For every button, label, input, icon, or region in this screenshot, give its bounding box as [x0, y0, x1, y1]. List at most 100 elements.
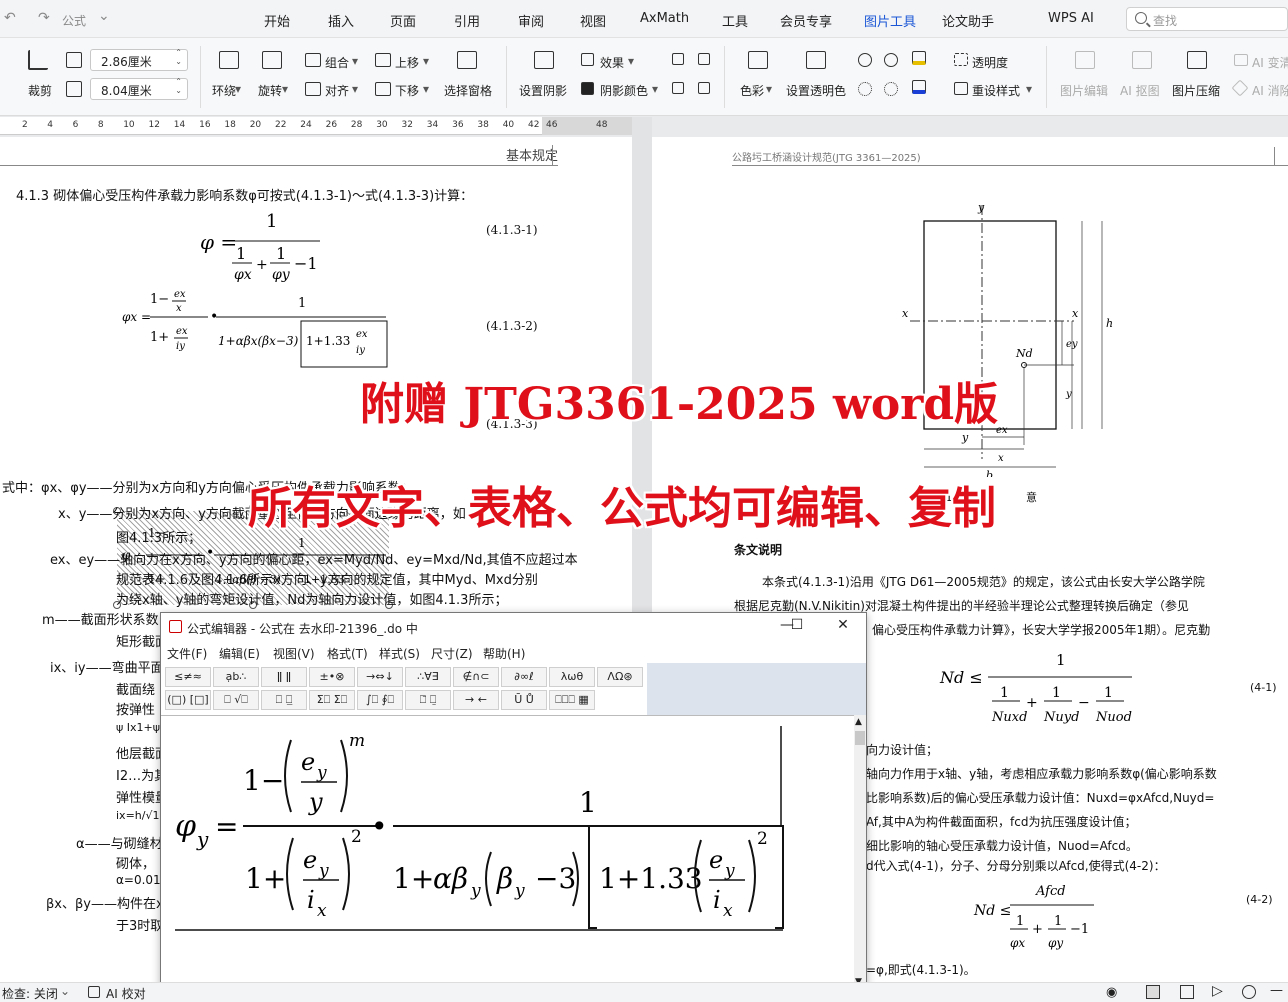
shadow-left-icon[interactable]: [698, 82, 710, 94]
undo-icon[interactable]: ↶: [4, 10, 16, 26]
editor-scrollbar[interactable]: ▲ ▼: [854, 715, 866, 1002]
equation-4-1[interactable]: Nd ≤ 1 1 Nuxd + 1 Nuyd − 1 Nuod: [936, 643, 1156, 733]
template-button[interactable]: → ←: [453, 690, 499, 710]
brightness-up-icon[interactable]: [858, 53, 872, 67]
ai-cutout-button[interactable]: AI 抠图: [1120, 82, 1160, 99]
tab-4[interactable]: 审阅: [518, 11, 544, 30]
outline-view-icon[interactable]: [1180, 985, 1194, 999]
palette-button[interactable]: ∉∩⊂: [453, 667, 499, 687]
editor-menu-item[interactable]: 尺寸(Z): [431, 645, 473, 662]
style-box[interactable]: 公式: [62, 12, 86, 29]
align-button[interactable]: 对齐: [325, 82, 349, 99]
wrap-button[interactable]: 环绕: [212, 82, 236, 99]
palette-button[interactable]: ≤≠≈: [165, 667, 211, 687]
template-button[interactable]: ⎕⎕⎕ ▦: [549, 690, 595, 710]
selection-pane-button[interactable]: 选择窗格: [444, 82, 492, 99]
tab-10[interactable]: 论文助手: [942, 11, 994, 30]
shadow-up-icon[interactable]: [672, 53, 684, 65]
ai-enhance-button[interactable]: AI 变清: [1252, 54, 1288, 71]
equation-4-1-3-1[interactable]: φ = 1 1 φx + 1 φy −1: [190, 207, 330, 287]
palette-button[interactable]: λωθ: [549, 667, 595, 687]
editor-title-bar[interactable]: 公式编辑器 - 公式在 去水印-21396_.do 中 — ☐ ✕: [161, 613, 866, 641]
shadow-down-icon[interactable]: [672, 82, 684, 94]
eye-icon[interactable]: ◉: [1106, 985, 1117, 1000]
height-input[interactable]: 8.04厘米: [90, 77, 188, 100]
editor-menu-item[interactable]: 编辑(E): [219, 645, 260, 662]
tab-3[interactable]: 引用: [454, 11, 480, 30]
equation-4-1-3-2[interactable]: φx = 1− ex x 1+ ex iy • 1 1+αβx(βx−3) 1+…: [118, 279, 398, 371]
group-button[interactable]: 组合: [325, 54, 349, 71]
tab-6[interactable]: AxMath: [640, 11, 689, 26]
palette-button[interactable]: ∴∀∃: [405, 667, 451, 687]
equation-canvas[interactable]: φ y = 1− e y y m 1+ e y i x 2 • 1 1+ αβ …: [161, 715, 854, 1002]
palette-button[interactable]: ǁ̈ ǁ: [261, 667, 307, 687]
palette-button[interactable]: →⇔↓: [357, 667, 403, 687]
tab-11[interactable]: WPS AI: [1048, 11, 1094, 26]
set-transparent-color-button[interactable]: 设置透明色: [786, 82, 846, 99]
picture-compress-button[interactable]: 图片压缩: [1172, 82, 1220, 99]
outline-color-icon[interactable]: [912, 80, 926, 94]
close-button[interactable]: ✕: [833, 617, 853, 635]
page-view-icon[interactable]: [1146, 985, 1160, 999]
palette-button[interactable]: ±•⊗: [309, 667, 355, 687]
send-backward-button[interactable]: 下移: [395, 82, 419, 99]
figure-4-1-3[interactable]: y x x h Nd ey y y ex x b: [902, 197, 1122, 477]
reset-style-button[interactable]: 重设样式: [972, 82, 1020, 99]
play-icon[interactable]: ▷: [1212, 983, 1223, 999]
tab-8[interactable]: 会员专享: [780, 11, 832, 30]
contrast-up-icon[interactable]: [884, 53, 898, 67]
template-button[interactable]: (□) [□]: [165, 690, 211, 710]
chevron-down-icon[interactable]: ⌄: [60, 984, 70, 998]
template-button[interactable]: ∫⎕ ∮⎕: [357, 690, 403, 710]
color-button[interactable]: 色彩: [740, 82, 764, 99]
tab-9[interactable]: 图片工具: [864, 11, 917, 40]
web-view-icon[interactable]: [1242, 985, 1256, 999]
palette-button[interactable]: ạb∴: [213, 667, 259, 687]
tab-7[interactable]: 工具: [722, 11, 748, 30]
tab-1[interactable]: 插入: [328, 11, 354, 30]
horizontal-ruler[interactable]: 2 4 6 8 10 12 14 16 18 20 22 24 26 28 30 32 34 36 38 40 42 46…: [0, 117, 632, 135]
editor-menu-item[interactable]: 文件(F): [167, 645, 207, 662]
rotate-button[interactable]: 旋转: [258, 82, 282, 99]
fill-color-icon[interactable]: [912, 51, 926, 65]
picture-edit-button[interactable]: 图片编辑: [1060, 82, 1108, 99]
set-shadow-button[interactable]: 设置阴影: [519, 82, 567, 99]
template-button[interactable]: ⎕ ⎕̲: [261, 690, 307, 710]
width-input[interactable]: 2.86厘米: [90, 48, 188, 71]
tab-5[interactable]: 视图: [580, 11, 606, 30]
maximize-button[interactable]: ☐: [787, 617, 807, 635]
bring-forward-button[interactable]: 上移: [395, 54, 419, 71]
scroll-thumb[interactable]: [855, 731, 865, 745]
contrast-down-icon[interactable]: [884, 82, 898, 96]
ai-erase-button[interactable]: AI 消除: [1252, 82, 1288, 99]
shadow-right-icon[interactable]: [698, 53, 710, 65]
equation-4-2[interactable]: Nd ≤ Afcd 1 φx + 1 φy −1: [970, 875, 1110, 961]
zoom-out-icon[interactable]: —: [1270, 983, 1283, 998]
editor-menu-item[interactable]: 格式(T): [327, 645, 368, 662]
effects-button[interactable]: 效果: [600, 54, 624, 71]
svg-text:e: e: [303, 846, 317, 874]
crop-button[interactable]: 裁剪: [28, 82, 52, 99]
proofing-status[interactable]: 检查: 关闭: [2, 985, 58, 1002]
editor-menu-item[interactable]: 样式(S): [379, 645, 420, 662]
svg-text:1+: 1+: [393, 862, 434, 895]
template-button[interactable]: ⎕ √⎕: [213, 690, 259, 710]
tab-2[interactable]: 页面: [390, 11, 416, 30]
chevron-down-icon[interactable]: ⌄: [98, 8, 110, 24]
tab-0[interactable]: 开始: [264, 11, 290, 30]
shadow-color-button[interactable]: 阴影颜色: [600, 82, 648, 99]
editor-menu-item[interactable]: 帮助(H): [483, 645, 525, 662]
palette-button[interactable]: ∂∞ℓ: [501, 667, 547, 687]
svg-text:i: i: [307, 886, 315, 914]
palette-button[interactable]: ΛΩ⊛: [597, 667, 643, 687]
template-button[interactable]: ⎕̄ ⎕̱: [405, 690, 451, 710]
editing-equation[interactable]: φ y = 1− e y y m 1+ e y i x 2 • 1 1+ αβ …: [161, 716, 854, 1002]
template-button[interactable]: Ū Ů: [501, 690, 547, 710]
redo-icon[interactable]: ↷: [38, 10, 50, 26]
template-button[interactable]: Σ⎕ Σ⎕: [309, 690, 355, 710]
transparency-button[interactable]: 透明度: [972, 54, 1008, 71]
editor-menu-item[interactable]: 视图(V): [273, 645, 315, 662]
search-input[interactable]: 查找: [1126, 7, 1288, 31]
ai-proofread-button[interactable]: AI 校对: [106, 985, 146, 1002]
brightness-down-icon[interactable]: [858, 82, 872, 96]
